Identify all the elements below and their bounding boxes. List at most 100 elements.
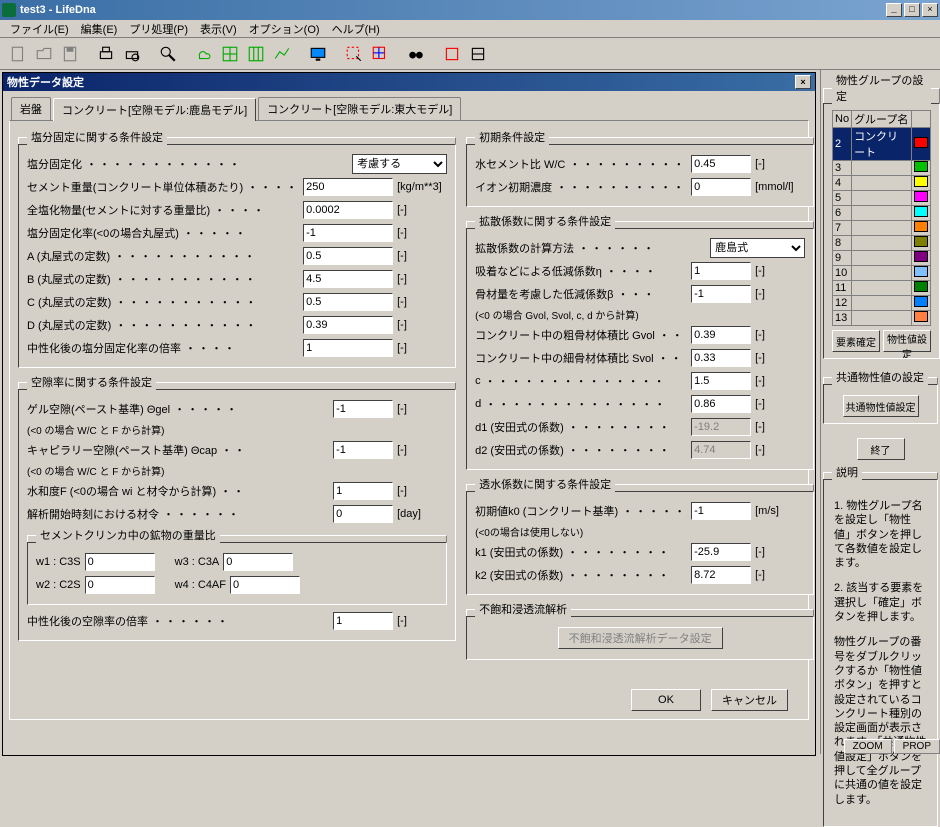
print-icon[interactable] (94, 42, 118, 66)
close-button[interactable]: × (922, 3, 938, 17)
menu-edit[interactable]: 編集(E) (75, 21, 124, 37)
void-legend: 空隙率に関する条件設定 (27, 374, 156, 390)
cap-input[interactable] (333, 441, 393, 459)
perm-group: 透水係数に関する条件設定 初期値k0 (コンクリート基準)・・・・・[m/s] … (466, 476, 814, 595)
beta-input[interactable] (691, 285, 751, 303)
select-grid-icon[interactable] (368, 42, 392, 66)
group-row[interactable]: 9 (833, 251, 931, 266)
minimize-button[interactable]: _ (886, 3, 902, 17)
neutral-rate-input[interactable] (303, 339, 393, 357)
grid2-icon[interactable] (244, 42, 268, 66)
chart-icon[interactable] (270, 42, 294, 66)
group-row[interactable]: 10 (833, 266, 931, 281)
menu-help[interactable]: ヘルプ(H) (326, 21, 386, 37)
beta-note: (<0 の場合 Gvol, Svol, c, d から計算) (475, 307, 805, 322)
group-row[interactable]: 4 (833, 176, 931, 191)
calc-method-select[interactable]: 鹿島式 (710, 238, 805, 258)
eta-label: 吸着などによる低減係数η (475, 263, 602, 279)
cancel-button[interactable]: キャンセル (711, 689, 788, 711)
cap-note: (<0 の場合 W/C と F から計算) (27, 463, 447, 478)
print-preview-icon[interactable] (120, 42, 144, 66)
tab-concrete-kashima[interactable]: コンクリート[空隙モデル:鹿島モデル] (53, 98, 256, 121)
ion-input[interactable] (691, 178, 751, 196)
hydration-label: 水和度F (<0の場合 wi と材令から計算) (27, 483, 216, 499)
clinker-legend: セメントクリンカ中の鉱物の重量比 (36, 527, 220, 543)
dialog-titlebar: 物性データ設定 × (3, 73, 815, 91)
common-prop-button[interactable]: 共通物性値設定 (843, 395, 919, 417)
grid1-icon[interactable] (218, 42, 242, 66)
beta-label: 骨材量を考慮した低減係数β (475, 286, 613, 302)
settings-grid-icon[interactable] (466, 42, 490, 66)
settings-red-icon[interactable] (440, 42, 464, 66)
group-row[interactable]: 5 (833, 191, 931, 206)
const-c-label: C (丸屋式の定数) (27, 294, 111, 310)
gel-label: ゲル空隙(ペースト基準) Θgel (27, 401, 170, 417)
menu-pre[interactable]: プリ処理(P) (123, 21, 194, 37)
group-row[interactable]: 2コンクリート (833, 128, 931, 161)
tab-concrete-todai[interactable]: コンクリート[空隙モデル:東大モデル] (258, 97, 461, 120)
binoculars-icon[interactable] (404, 42, 428, 66)
element-confirm-button[interactable]: 要素確定 (832, 330, 880, 352)
menu-option[interactable]: オプション(O) (243, 21, 326, 37)
const-c-input[interactable] (303, 293, 393, 311)
group-row[interactable]: 13 (833, 311, 931, 326)
salt-enable-select[interactable]: 考慮する (352, 154, 447, 174)
d-input[interactable] (691, 395, 751, 413)
exit-button[interactable]: 終了 (857, 438, 905, 460)
cement-weight-input[interactable] (303, 178, 393, 196)
unsat-button: 不飽和浸透流解析データ設定 (558, 627, 723, 649)
gel-note: (<0 の場合 W/C と F から計算) (27, 422, 447, 437)
monitor-icon[interactable] (306, 42, 330, 66)
select-rect-icon[interactable] (342, 42, 366, 66)
k0-input[interactable] (691, 502, 751, 520)
tab-rock[interactable]: 岩盤 (11, 97, 51, 120)
prop-value-button[interactable]: 物性値設定 (883, 330, 931, 352)
const-a-input[interactable] (303, 247, 393, 265)
group-row[interactable]: 8 (833, 236, 931, 251)
void-neutral-label: 中性化後の空隙率の倍率 (27, 613, 148, 629)
wc-input[interactable] (691, 155, 751, 173)
void-neutral-input[interactable] (333, 612, 393, 630)
open-icon[interactable] (32, 42, 56, 66)
cloud-icon[interactable] (192, 42, 216, 66)
menu-file[interactable]: ファイル(E) (4, 21, 75, 37)
k0-note: (<0の場合は使用しない) (475, 524, 805, 539)
age-input[interactable] (333, 505, 393, 523)
maximize-button[interactable]: □ (904, 3, 920, 17)
group-row[interactable]: 6 (833, 206, 931, 221)
zoom-icon[interactable] (156, 42, 180, 66)
group-row[interactable]: 7 (833, 221, 931, 236)
const-b-input[interactable] (303, 270, 393, 288)
svol-input[interactable] (691, 349, 751, 367)
w4-input[interactable] (230, 576, 300, 594)
tabstrip: 岩盤 コンクリート[空隙モデル:鹿島モデル] コンクリート[空隙モデル:東大モデ… (3, 91, 815, 120)
fix-rate-input[interactable] (303, 224, 393, 242)
const-d-input[interactable] (303, 316, 393, 334)
menu-view[interactable]: 表示(V) (194, 21, 243, 37)
new-icon[interactable] (6, 42, 30, 66)
save-icon[interactable] (58, 42, 82, 66)
w2-input[interactable] (85, 576, 155, 594)
dialog-close-button[interactable]: × (795, 75, 811, 89)
w3-label: w3 : C3A (175, 556, 220, 568)
app-icon (2, 3, 16, 17)
group-row[interactable]: 3 (833, 161, 931, 176)
gvol-input[interactable] (691, 326, 751, 344)
k2-input[interactable] (691, 566, 751, 584)
group-row[interactable]: 11 (833, 281, 931, 296)
menubar: ファイル(E) 編集(E) プリ処理(P) 表示(V) オプション(O) ヘルプ… (0, 20, 940, 38)
k1-label: k1 (安田式の係数) (475, 544, 563, 560)
gel-input[interactable] (333, 400, 393, 418)
w3-input[interactable] (223, 553, 293, 571)
eta-input[interactable] (691, 262, 751, 280)
k1-input[interactable] (691, 543, 751, 561)
chloride-input[interactable] (303, 201, 393, 219)
ok-button[interactable]: OK (631, 689, 701, 711)
c-input[interactable] (691, 372, 751, 390)
prop-group-table[interactable]: Noグループ名 2コンクリート345678910111213 (832, 110, 931, 326)
window-titlebar: test3 - LifeDna _ □ × (0, 0, 940, 20)
group-row[interactable]: 12 (833, 296, 931, 311)
void-group: 空隙率に関する条件設定 ゲル空隙(ペースト基準) Θgel・・・・・[-] (<… (18, 374, 456, 641)
hydration-input[interactable] (333, 482, 393, 500)
w1-input[interactable] (85, 553, 155, 571)
